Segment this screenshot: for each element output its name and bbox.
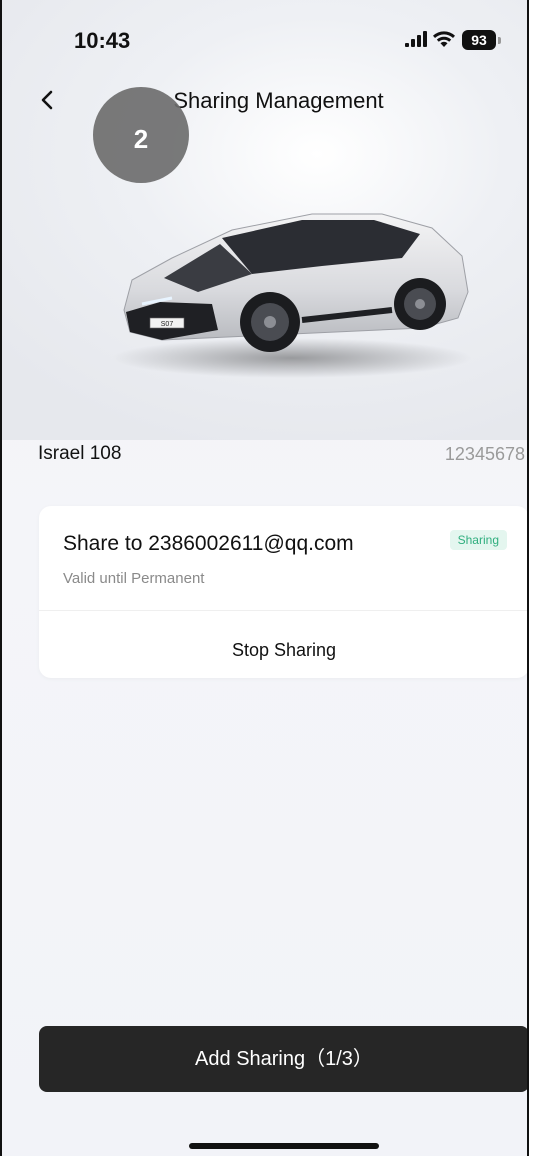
- wifi-icon: [433, 31, 455, 47]
- status-bar: 10:43 93: [2, 0, 527, 80]
- vehicle-name: Israel 108: [38, 443, 122, 464]
- step-marker: 2: [93, 87, 189, 183]
- battery-icon: 93: [462, 30, 496, 50]
- add-sharing-button[interactable]: Add Sharing（1/3）: [39, 1026, 527, 1092]
- status-time: 10:43: [74, 28, 131, 53]
- battery-tip: [498, 37, 501, 44]
- page-title: Sharing Management: [173, 88, 384, 113]
- car-image: S07: [112, 213, 472, 378]
- share-recipient: Share to 2386002611@qq.com: [63, 532, 354, 555]
- car-plate: S07: [161, 321, 174, 328]
- stop-sharing-button[interactable]: Stop Sharing: [39, 611, 527, 678]
- cellular-signal-icon: [405, 31, 427, 47]
- vehicle-id: 12345678: [444, 444, 525, 464]
- home-indicator[interactable]: [189, 1143, 379, 1149]
- status-badge: Sharing: [449, 530, 507, 550]
- share-validity: Valid until Permanent: [63, 570, 205, 587]
- share-card: Share to 2386002611@qq.com Sharing Valid…: [39, 506, 527, 678]
- phone-screen: 10:43 93 Sharing Management 2 S07 Israel…: [0, 0, 529, 1156]
